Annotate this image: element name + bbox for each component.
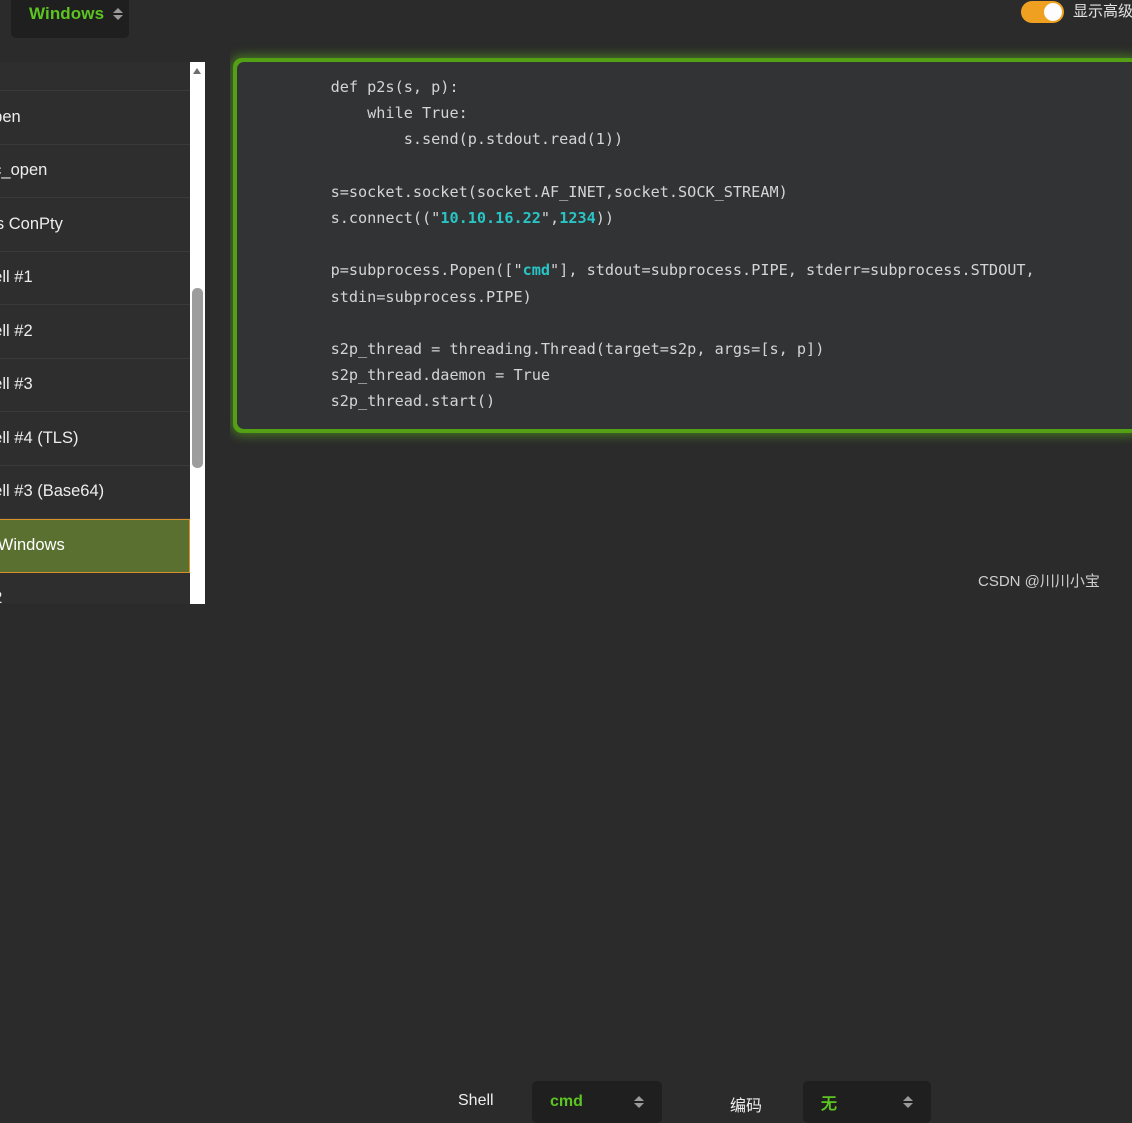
list-item[interactable]: hell #3	[0, 359, 190, 412]
encoding-select-dropdown[interactable]: 无	[803, 1081, 931, 1123]
encoding-select-value: 无	[821, 1096, 838, 1113]
list-item[interactable]: ws ConPty	[0, 198, 190, 252]
advanced-settings-toggle[interactable]	[1021, 1, 1064, 23]
payload-list-sidebar[interactable]: open oc_open ws ConPty hell #1 hell #2 h…	[0, 62, 190, 604]
encoding-label: 编码	[730, 1098, 763, 1115]
watermark: CSDN @川川小宝	[978, 573, 1100, 590]
list-item[interactable]: oc_open	[0, 145, 190, 198]
toggle-knob	[1044, 3, 1062, 21]
chevron-up-icon	[903, 1096, 913, 1101]
scroll-up-arrow-icon[interactable]	[193, 68, 201, 74]
list-item-label: hell #2	[0, 321, 33, 340]
list-item-label: hell #3	[0, 375, 33, 394]
bottom-controls: Shell cmd 编码 无	[0, 524, 1132, 1123]
top-bar: Windows 显示高级配置	[0, 0, 1132, 40]
chevron-down-icon	[113, 15, 124, 20]
list-item[interactable]: open	[0, 91, 190, 145]
shell-select-value: cmd	[550, 1093, 583, 1110]
sidebar-gutter	[205, 0, 230, 604]
chevron-up-icon	[634, 1096, 644, 1101]
list-item-label: open	[0, 107, 21, 126]
spinner-arrows-icon[interactable]	[113, 8, 124, 20]
chevron-up-icon	[113, 8, 124, 13]
code-content[interactable]: def p2s(s, p): while True: s.send(p.stdo…	[294, 74, 1035, 415]
code-editor[interactable]: def p2s(s, p): while True: s.send(p.stdo…	[237, 62, 1132, 429]
spinner-arrows-icon[interactable]	[903, 1096, 913, 1108]
list-item-label: hell #4 (TLS)	[0, 428, 79, 447]
chevron-down-icon	[903, 1103, 913, 1108]
list-item-label: hell #1	[0, 268, 33, 287]
list-item[interactable]: hell #2	[0, 305, 190, 359]
shell-select-dropdown[interactable]: cmd	[532, 1081, 662, 1123]
advanced-settings-label: 显示高级配置	[1073, 3, 1132, 20]
sidebar-scrollbar[interactable]	[190, 62, 205, 604]
scrollbar-thumb[interactable]	[192, 288, 203, 468]
list-item-label: hell #3 (Base64)	[0, 482, 105, 501]
list-item[interactable]: hell #1	[0, 252, 190, 305]
list-item[interactable]: hell #3 (Base64)	[0, 466, 190, 519]
list-item-label: oc_open	[0, 161, 48, 180]
chevron-down-icon	[634, 1103, 644, 1108]
list-item[interactable]: hell #4 (TLS)	[0, 412, 190, 466]
os-select-value: Windows	[29, 4, 105, 23]
spinner-arrows-icon[interactable]	[634, 1096, 644, 1108]
list-item[interactable]	[0, 62, 190, 91]
list-item-label: ws ConPty	[0, 214, 63, 233]
shell-label: Shell	[458, 1092, 494, 1109]
os-select-dropdown[interactable]: Windows	[11, 0, 129, 38]
